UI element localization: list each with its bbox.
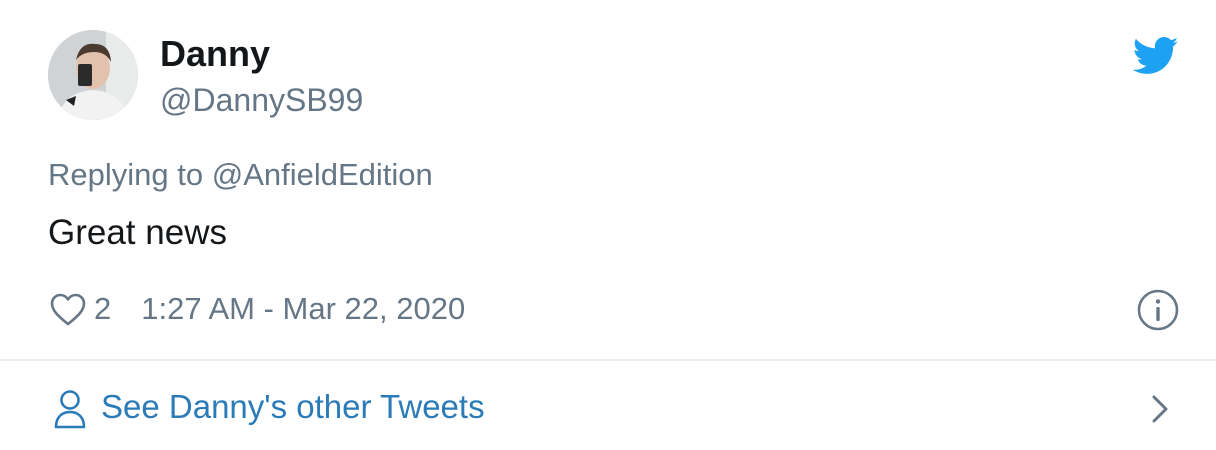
- tweet-actions: 2 1:27 AM - Mar 22, 2020: [48, 288, 465, 330]
- info-icon[interactable]: [1136, 288, 1180, 332]
- reply-mention-link[interactable]: @AnfieldEdition: [212, 157, 433, 192]
- person-icon: [54, 390, 86, 429]
- see-other-tweets-label: See Danny's other Tweets: [101, 388, 485, 425]
- heart-icon: [50, 293, 86, 326]
- see-other-tweets-link[interactable]: See Danny's other Tweets: [0, 361, 1216, 450]
- user-handle[interactable]: @DannySB99: [160, 80, 363, 120]
- replying-to: Replying to @AnfieldEdition: [48, 155, 433, 195]
- twitter-bird-icon[interactable]: [1133, 36, 1179, 76]
- tweet-timestamp[interactable]: 1:27 AM - Mar 22, 2020: [141, 291, 465, 327]
- like-button[interactable]: 2: [48, 291, 111, 327]
- avatar-photo: [48, 30, 138, 120]
- like-count: 2: [94, 291, 112, 326]
- tweet-text: Great news: [48, 213, 227, 252]
- tweet-card: Danny @DannySB99 Replying to @AnfieldEdi…: [0, 0, 1216, 450]
- avatar[interactable]: [48, 30, 138, 120]
- display-name[interactable]: Danny: [160, 32, 270, 76]
- replying-to-label: Replying to: [48, 157, 212, 192]
- chevron-right-icon: [1152, 395, 1168, 423]
